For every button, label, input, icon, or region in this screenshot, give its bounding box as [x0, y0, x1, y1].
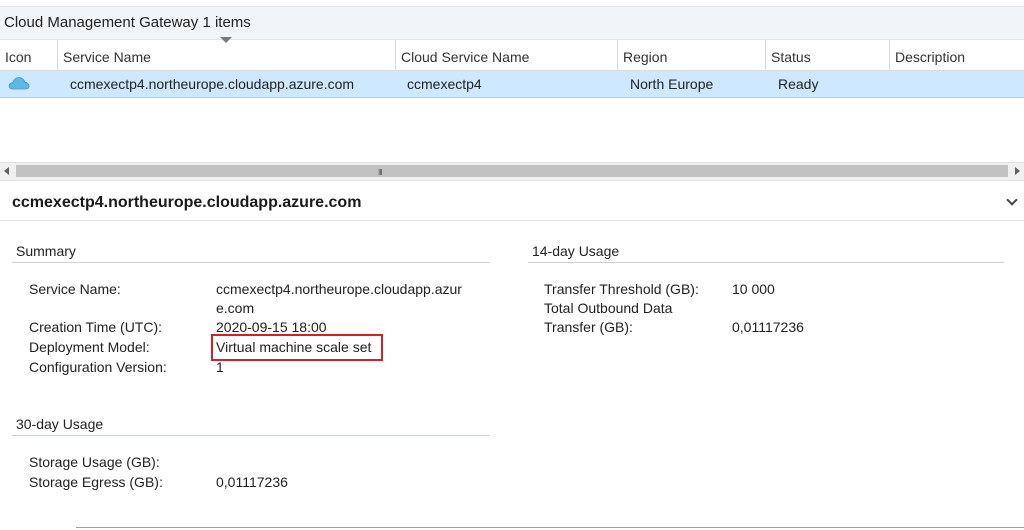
column-header-region[interactable]: Region: [618, 40, 766, 70]
status-cell: Ready: [778, 76, 819, 92]
cloud-service-name-cell: ccmexectp4: [407, 76, 482, 92]
scrollbar-thumb[interactable]: III: [16, 165, 1008, 177]
region-cell: North Europe: [630, 76, 714, 92]
creation-time-label: Creation Time (UTC):: [29, 319, 163, 335]
scrollbar-grip: III: [378, 168, 383, 177]
details-title: ccmexectp4.northeurope.cloudapp.azure.co…: [12, 194, 362, 211]
storage-egress-value: 0,01117236: [216, 474, 288, 490]
table-row[interactable]: ccmexectp4.northeurope.cloudapp.azure.co…: [0, 71, 1024, 98]
total-outbound-value: 0,01117236: [732, 319, 804, 335]
column-header-description[interactable]: Description: [890, 40, 1024, 70]
column-header-service-name[interactable]: Service Name: [58, 40, 396, 70]
summary-heading: Summary: [16, 243, 76, 259]
usage-14-divider: [528, 262, 1004, 263]
storage-egress-label: Storage Egress (GB):: [29, 474, 163, 490]
creation-time-value: 2020-09-15 18:00: [216, 319, 327, 335]
service-name-value-line2: e.com: [216, 300, 255, 316]
storage-usage-label: Storage Usage (GB):: [29, 454, 160, 470]
column-header-cloud-service-name[interactable]: Cloud Service Name: [396, 40, 618, 70]
scroll-right-icon[interactable]: [1015, 167, 1020, 175]
configuration-version-label: Configuration Version:: [29, 359, 167, 375]
deployment-model-label: Deployment Model:: [29, 339, 150, 355]
service-name-cell: ccmexectp4.northeurope.cloudapp.azure.co…: [70, 76, 355, 92]
service-name-value-line1: ccmexectp4.northeurope.cloudapp.azur: [216, 281, 462, 297]
service-name-label: Service Name:: [29, 281, 121, 297]
sort-descending-icon: [220, 37, 232, 43]
scroll-left-icon[interactable]: [4, 167, 9, 175]
top-border: [0, 0, 1024, 7]
usage-14-heading: 14-day Usage: [532, 243, 620, 259]
bottom-divider: [76, 527, 1024, 528]
highlight-annotation-box: [211, 334, 383, 361]
column-header-status[interactable]: Status: [766, 40, 890, 70]
cloud-icon: [8, 76, 30, 92]
usage-30-divider: [12, 435, 490, 436]
total-outbound-label-line1: Total Outbound Data: [544, 300, 673, 316]
column-header-row: Icon Service Name Cloud Service Name Reg…: [0, 40, 1024, 71]
transfer-threshold-value: 10 000: [732, 281, 775, 297]
usage-30-heading: 30-day Usage: [16, 416, 104, 432]
summary-divider: [12, 262, 490, 263]
configuration-version-value: 1: [216, 359, 224, 375]
total-outbound-label-line2: Transfer (GB):: [544, 319, 633, 335]
list-title: Cloud Management Gateway 1 items: [4, 14, 251, 31]
horizontal-scrollbar[interactable]: III: [0, 162, 1024, 181]
column-header-icon[interactable]: Icon: [0, 40, 58, 70]
transfer-threshold-label: Transfer Threshold (GB):: [544, 281, 699, 297]
